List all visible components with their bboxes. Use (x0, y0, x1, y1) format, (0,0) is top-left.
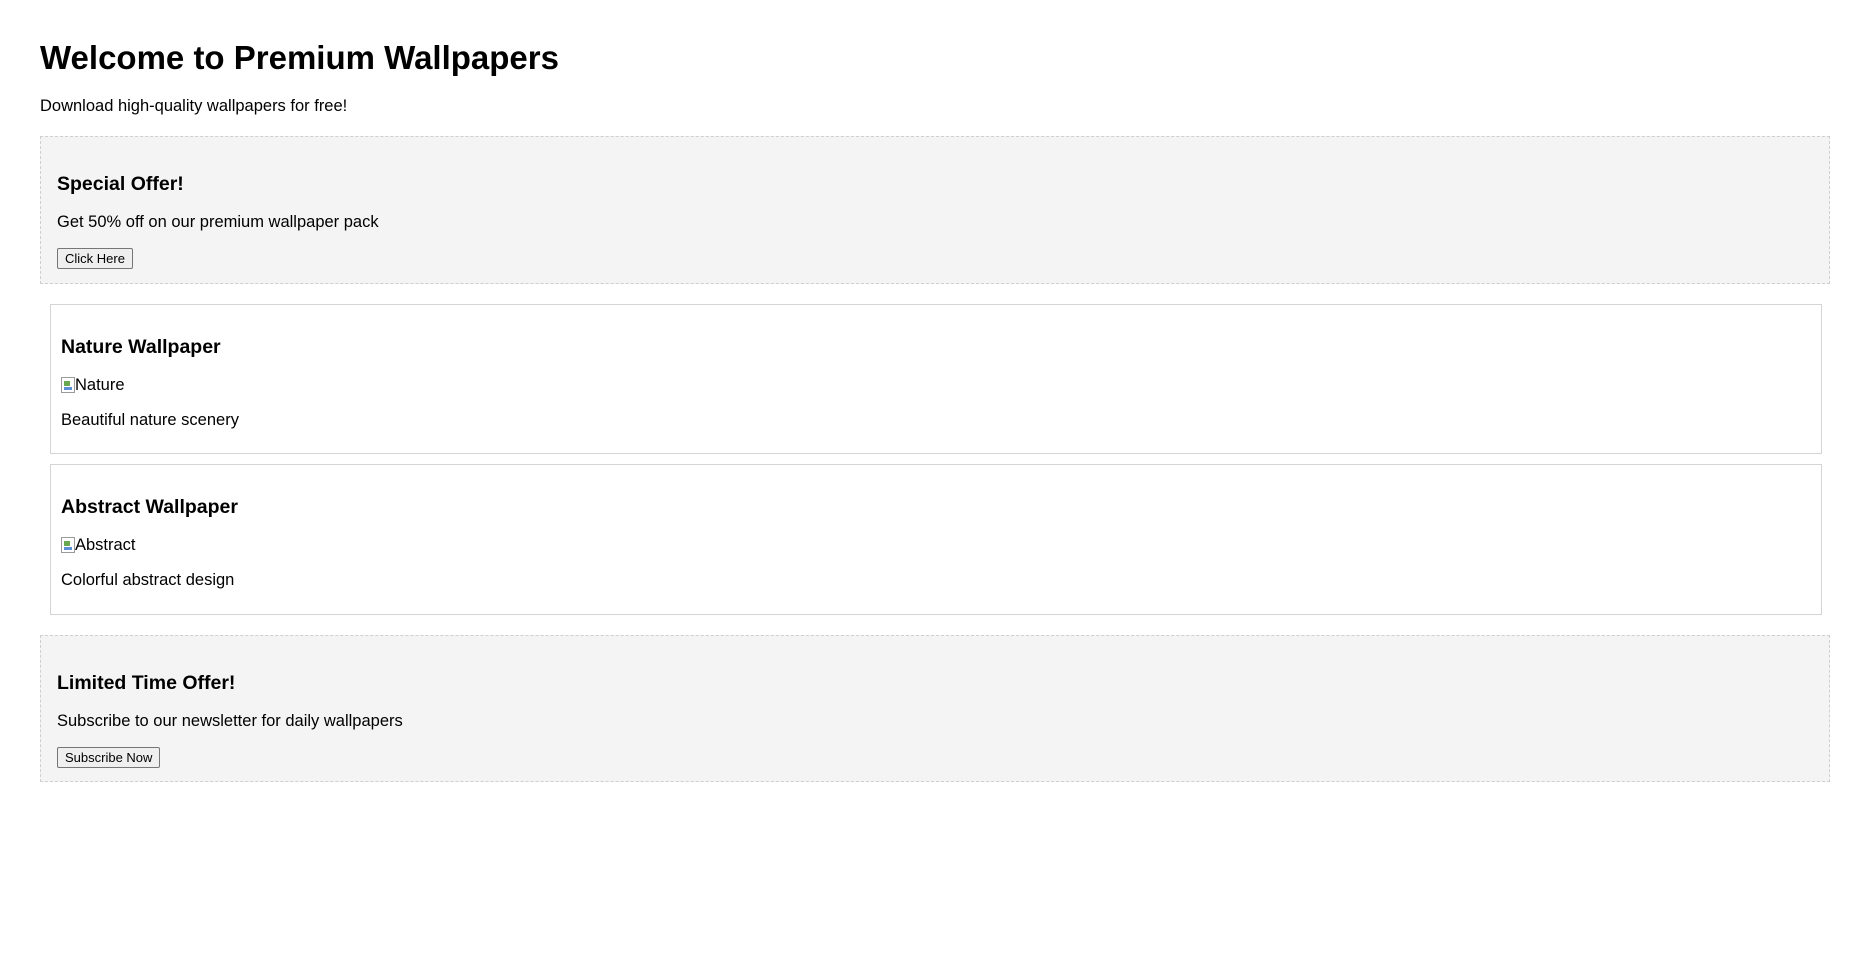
wallpaper-image-alt: Nature (75, 376, 125, 394)
wallpaper-card-heading: Nature Wallpaper (61, 336, 221, 358)
limited-offer-text: Subscribe to our newsletter for daily wa… (57, 712, 403, 730)
wallpaper-card-abstract: Abstract Wallpaper Abstract Colorful abs… (50, 464, 1822, 615)
wallpaper-card-nature: Nature Wallpaper Nature Beautiful nature… (50, 304, 1822, 454)
special-offer-banner: Special Offer! Get 50% off on our premiu… (40, 136, 1830, 284)
wallpaper-card-heading: Abstract Wallpaper (61, 496, 238, 518)
wallpaper-image-alt: Abstract (75, 536, 136, 554)
click-here-button[interactable]: Click Here (57, 248, 133, 269)
wallpaper-card-description: Beautiful nature scenery (61, 411, 239, 429)
limited-offer-heading: Limited Time Offer! (57, 672, 236, 694)
subscribe-now-button[interactable]: Subscribe Now (57, 747, 161, 768)
page-title: Welcome to Premium Wallpapers (40, 39, 559, 76)
special-offer-heading: Special Offer! (57, 173, 184, 195)
broken-image-icon (61, 537, 75, 553)
page-subtitle: Download high-quality wallpapers for fre… (40, 97, 348, 115)
broken-image-icon (61, 377, 75, 393)
special-offer-text: Get 50% off on our premium wallpaper pac… (57, 213, 379, 231)
wallpaper-image[interactable]: Abstract (61, 535, 136, 555)
wallpaper-card-description: Colorful abstract design (61, 571, 235, 589)
wallpaper-image[interactable]: Nature (61, 375, 125, 395)
limited-offer-banner: Limited Time Offer! Subscribe to our new… (40, 635, 1830, 782)
